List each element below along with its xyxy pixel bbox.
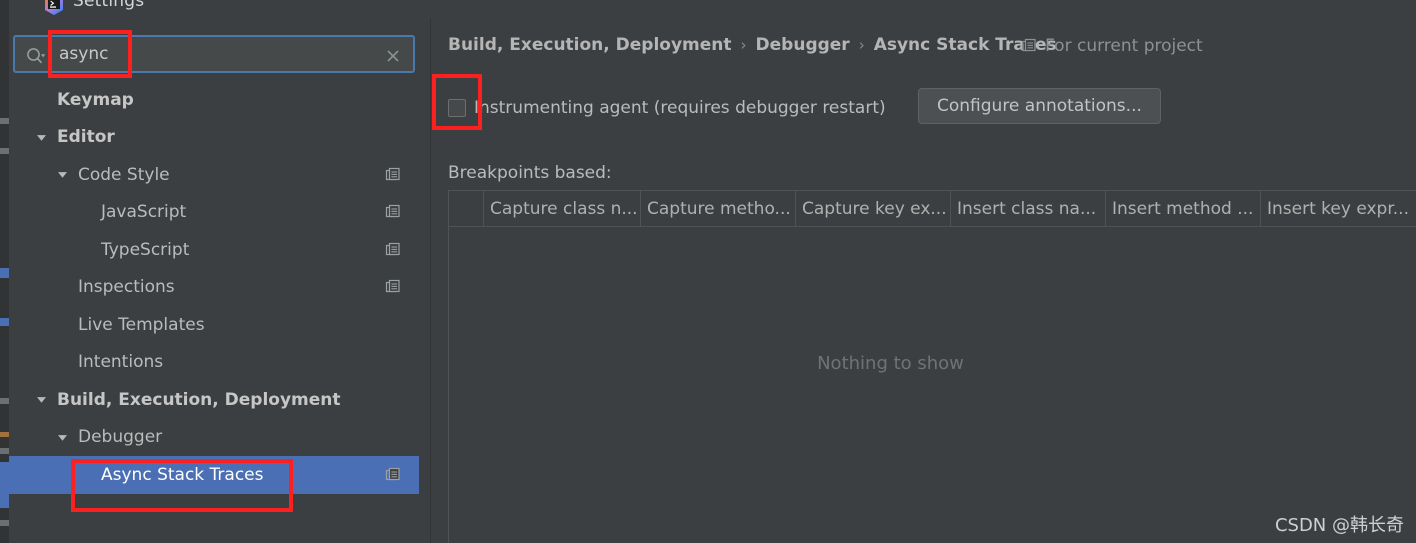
sidebar-item-async-stack-traces[interactable]: Async Stack Traces — [9, 456, 419, 494]
sidebar-item-label: Async Stack Traces — [101, 464, 264, 485]
instrumenting-agent-row[interactable]: Instrumenting agent (requires debugger r… — [448, 88, 886, 128]
breadcrumb-separator-1: › — [858, 36, 865, 54]
table-column-header[interactable]: Capture key ex... — [796, 191, 951, 226]
table-column-header[interactable]: Capture class n... — [484, 191, 641, 226]
sidebar-item-label: TypeScript — [101, 239, 190, 260]
sidebar-item-intentions[interactable]: Intentions — [9, 344, 419, 382]
project-scope-indicator: For current project — [1021, 36, 1203, 56]
copy-icon[interactable] — [385, 279, 401, 295]
settings-tree[interactable]: Keymap Editor Code Style JavaScript TypeScri… — [9, 81, 419, 543]
table-column-header[interactable]: Insert key expr... — [1261, 191, 1416, 226]
sidebar-item-label: Intentions — [78, 352, 164, 373]
search-icon[interactable] — [25, 46, 47, 66]
breakpoints-table: Capture class n... Capture metho... Captur… — [448, 190, 1416, 543]
sidebar-splitter[interactable] — [419, 18, 431, 543]
table-header-row: Capture class n... Capture metho... Captur… — [449, 191, 1416, 227]
table-body: Nothing to show — [449, 227, 1416, 543]
sidebar-item-label: Inspections — [78, 277, 175, 298]
search-field[interactable] — [13, 35, 415, 73]
background-window-strip — [0, 0, 9, 543]
configure-annotations-button[interactable]: Configure annotations... — [918, 88, 1161, 124]
sidebar-item-keymap[interactable]: Keymap — [9, 81, 419, 119]
table-column-header[interactable]: Insert method ... — [1106, 191, 1261, 226]
sidebar-item-debugger[interactable]: Debugger — [9, 419, 419, 457]
project-scope-label: For current project — [1045, 36, 1203, 56]
sidebar-item-label: Keymap — [57, 89, 134, 110]
copy-icon — [1021, 38, 1037, 54]
sidebar-item-javascript[interactable]: JavaScript — [9, 194, 419, 232]
chevron-down-icon[interactable] — [54, 429, 70, 445]
copy-icon[interactable] — [385, 242, 401, 258]
sidebar-item-label: Live Templates — [78, 314, 205, 335]
sidebar-item-label: Code Style — [78, 164, 170, 185]
sidebar-item-label: Debugger — [78, 427, 163, 448]
sidebar-item-live-templates[interactable]: Live Templates — [9, 306, 419, 344]
breakpoints-based-label: Breakpoints based: — [448, 163, 612, 183]
copy-icon[interactable] — [385, 204, 401, 220]
close-icon[interactable] — [383, 46, 403, 66]
chevron-down-icon[interactable] — [33, 392, 49, 408]
table-column-header[interactable]: Capture metho... — [641, 191, 796, 226]
sidebar-item-label: JavaScript — [101, 202, 187, 223]
instrumenting-agent-label: Instrumenting agent (requires debugger r… — [474, 98, 886, 118]
settings-content-panel: Build, Execution, Deployment › Debugger … — [431, 18, 1416, 543]
breadcrumb-item-0[interactable]: Build, Execution, Deployment — [448, 35, 732, 55]
intellij-idea-icon — [43, 0, 65, 16]
table-column-header[interactable]: Insert class na... — [951, 191, 1106, 226]
window-title: Settings — [73, 0, 145, 11]
chevron-down-icon[interactable] — [54, 167, 70, 183]
table-column-header-blank[interactable] — [449, 191, 484, 226]
search-field-wrapper — [13, 35, 415, 73]
chevron-down-icon[interactable] — [33, 129, 49, 145]
instrumenting-agent-checkbox[interactable] — [448, 99, 466, 117]
sidebar-item-code-style[interactable]: Code Style — [9, 156, 419, 194]
empty-table-message: Nothing to show — [817, 352, 964, 374]
sidebar-item-editor[interactable]: Editor — [9, 119, 419, 157]
copy-icon[interactable] — [385, 467, 401, 483]
window-titlebar: Settings — [9, 0, 1416, 18]
sidebar-item-inspections[interactable]: Inspections — [9, 269, 419, 307]
watermark: CSDN @韩长奇 — [1274, 515, 1404, 536]
search-input[interactable] — [55, 37, 369, 71]
sidebar-item-label: Build, Execution, Deployment — [57, 389, 341, 410]
sidebar-item-typescript[interactable]: TypeScript — [9, 231, 419, 269]
settings-dialog: Settings async Keymap Editor Code Style … — [0, 0, 1416, 543]
breadcrumb-item-1[interactable]: Debugger — [756, 35, 850, 55]
breadcrumb: Build, Execution, Deployment › Debugger … — [448, 35, 1057, 55]
settings-sidebar: Keymap Editor Code Style JavaScript TypeScri… — [9, 18, 419, 543]
copy-icon[interactable] — [385, 167, 401, 183]
sidebar-item-label: Editor — [57, 127, 115, 148]
sidebar-item-build-execution-deployment[interactable]: Build, Execution, Deployment — [9, 381, 419, 419]
breadcrumb-separator-0: › — [740, 36, 747, 54]
